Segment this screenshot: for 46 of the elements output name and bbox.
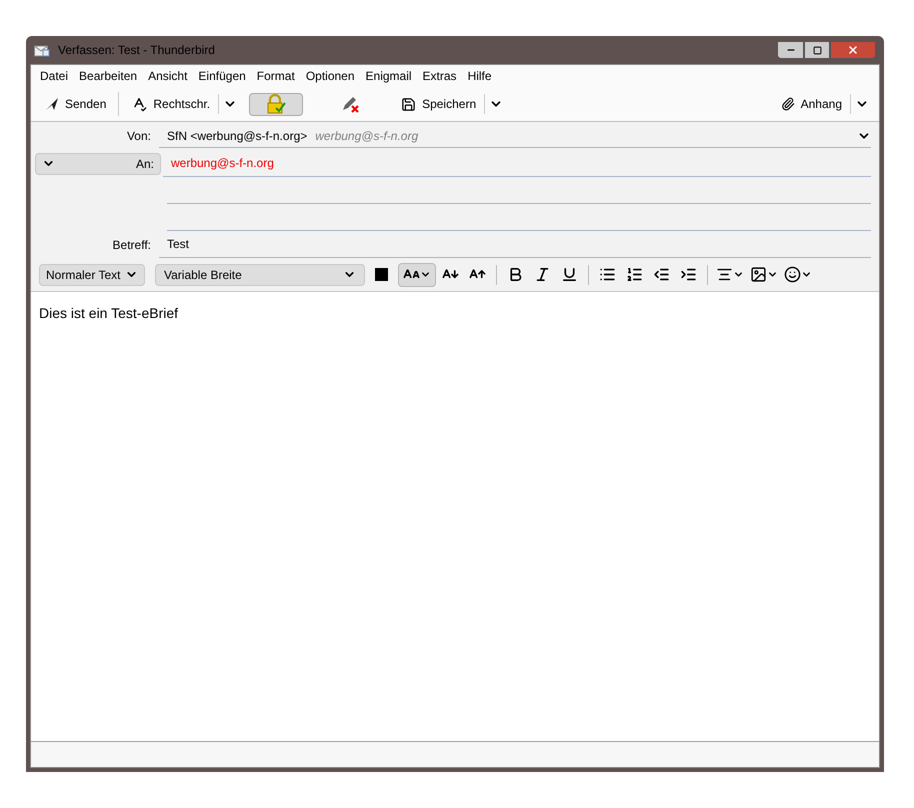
image-icon <box>750 266 767 283</box>
underline-icon <box>561 266 578 283</box>
menu-item[interactable]: Enigmail <box>366 67 412 85</box>
from-value[interactable]: SfN <werbung@s-f-n.org> <box>167 126 308 144</box>
attach-button[interactable]: Anhang <box>776 90 846 118</box>
menu-item[interactable]: Hilfe <box>468 67 492 85</box>
paperclip-icon <box>780 97 795 111</box>
font-select[interactable]: Variable Breite <box>155 264 365 286</box>
padlock-check-icon <box>265 94 288 114</box>
menu-item[interactable]: Format <box>256 67 295 85</box>
pencil-cross-icon <box>340 94 360 114</box>
window-title: Verfassen: Test - Thunderbird <box>58 42 215 59</box>
numbered-list-icon <box>626 266 643 283</box>
recipient-type-select[interactable]: An: <box>35 152 161 174</box>
menu-item[interactable]: Datei <box>40 67 68 85</box>
message-body[interactable]: Dies ist ein Test-eBrief <box>39 303 871 324</box>
subject-field[interactable]: Test <box>167 235 190 253</box>
subject-label: Betreff: <box>112 236 152 254</box>
menu-item[interactable]: Ansicht <box>148 67 188 85</box>
emoji-icon <box>784 266 801 283</box>
align-icon <box>716 266 733 283</box>
envelope-icon <box>34 43 50 57</box>
spellcheck-button[interactable]: Rechtschr. <box>127 90 214 118</box>
text-color-button[interactable] <box>375 268 388 281</box>
indent-icon <box>680 266 697 283</box>
recipient-address[interactable]: werbung@s-f-n.org <box>171 154 274 172</box>
minimize-button[interactable] <box>777 41 804 59</box>
paragraph-format-select[interactable]: Normaler Text <box>39 264 145 286</box>
close-icon <box>847 44 859 56</box>
maximize-button[interactable] <box>804 41 830 59</box>
close-button[interactable] <box>830 41 876 59</box>
menu-item[interactable]: Optionen <box>306 67 355 85</box>
italic-icon <box>534 266 551 283</box>
encrypt-toggle[interactable] <box>249 92 304 116</box>
menu-item[interactable]: Einfügen <box>198 67 246 85</box>
identity-address: werbung@s-f-n.org <box>315 128 418 144</box>
menu-item[interactable]: Bearbeiten <box>79 67 138 85</box>
font-size-button[interactable] <box>398 262 436 286</box>
outdent-icon <box>653 266 670 283</box>
save-icon <box>401 96 416 112</box>
menu-item[interactable]: Extras <box>422 67 457 85</box>
from-label: Von: <box>126 128 152 145</box>
maximize-icon <box>812 46 822 54</box>
bullet-list-icon <box>599 266 616 283</box>
save-button[interactable]: Speichern <box>397 90 480 118</box>
send-button[interactable]: Senden <box>41 90 110 118</box>
